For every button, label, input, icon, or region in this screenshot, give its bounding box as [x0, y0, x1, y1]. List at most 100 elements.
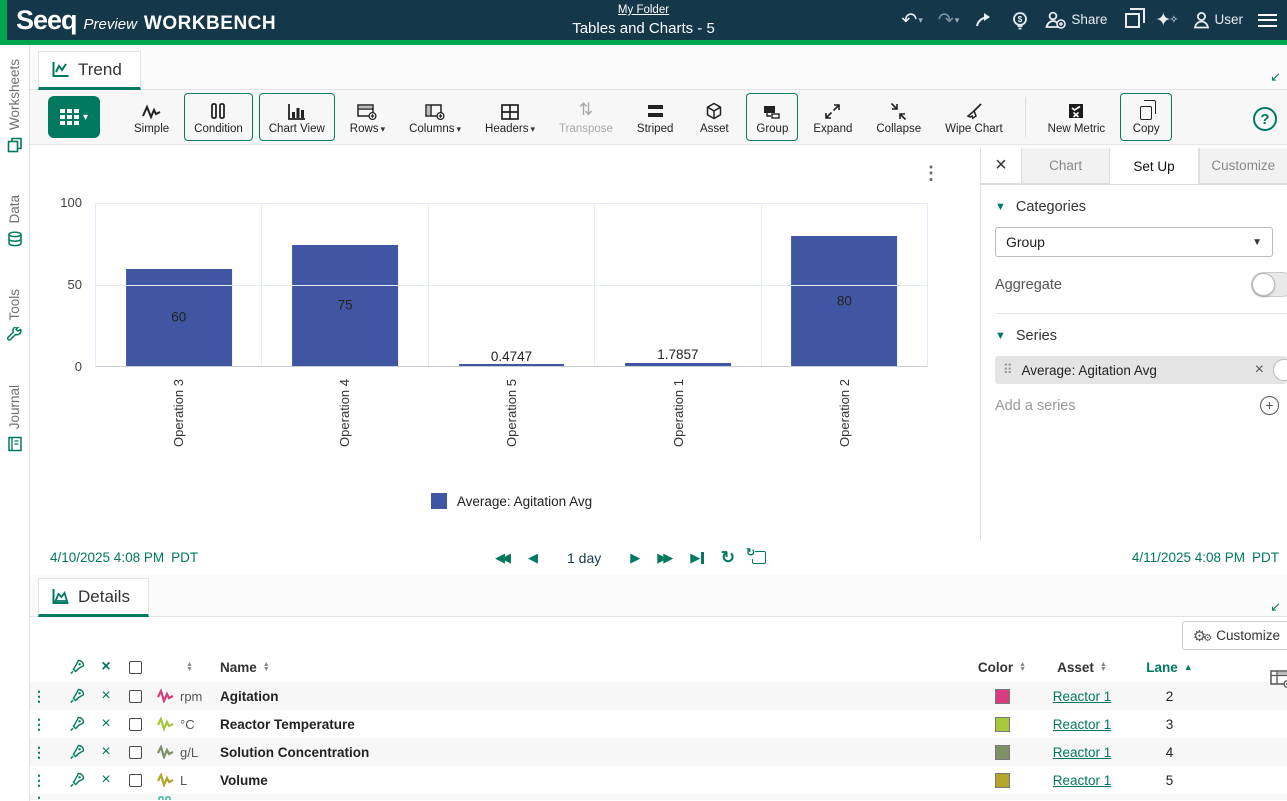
add-series-plus-icon[interactable]: + — [1260, 396, 1279, 415]
row-color-swatch[interactable] — [995, 717, 1010, 732]
drag-handle-icon[interactable]: ⠿ — [1003, 362, 1013, 378]
row-checkbox[interactable] — [129, 746, 142, 759]
details-customize-button[interactable]: ⚙⚙ Customize — [1182, 621, 1287, 650]
send-all-rocket-icon[interactable] — [62, 659, 92, 675]
toolbar-expand-button[interactable]: Expand — [804, 93, 861, 141]
sidebar-item-tools[interactable]: Tools — [7, 289, 23, 344]
row-menu-kebab-icon[interactable]: ⋮ — [30, 688, 48, 705]
toolbar-transpose-button[interactable]: ⇅ Transpose — [550, 93, 622, 141]
my-folder-link[interactable]: My Folder — [618, 4, 669, 16]
user-menu[interactable]: User — [1193, 11, 1243, 29]
help-icon[interactable]: ? — [1253, 107, 1277, 131]
tab-customize[interactable]: Customize — [1199, 148, 1287, 184]
select-all-checkbox[interactable] — [129, 661, 142, 674]
row-color-swatch[interactable] — [995, 689, 1010, 704]
toolbar-group-button[interactable]: Group — [746, 93, 798, 141]
hamburger-menu-icon[interactable] — [1258, 14, 1277, 27]
chart-menu-kebab-icon[interactable]: ⋮ — [922, 163, 940, 184]
table-row[interactable]: ⋮ × rpm Agitation Reactor 1 2 — [30, 682, 1287, 710]
toolbar-striped-button[interactable]: Striped — [628, 93, 682, 141]
chart-bar[interactable] — [459, 364, 565, 366]
row-menu-kebab-icon[interactable]: ⋮ — [30, 772, 48, 789]
sort-name-icon[interactable]: ▲▼ — [263, 662, 270, 673]
tab-set-up[interactable]: Set Up — [1109, 148, 1198, 184]
step-back-half-icon[interactable]: ◀ — [528, 551, 538, 564]
add-column-icon[interactable] — [1270, 669, 1287, 688]
sidebar-item-journal[interactable]: Journal — [7, 385, 23, 452]
tab-trend[interactable]: Trend — [38, 51, 141, 90]
row-checkbox[interactable] — [129, 690, 142, 703]
series-item[interactable]: ⠿ Average: Agitation Avg × — [995, 356, 1287, 384]
toolbar-condition-button[interactable]: Condition — [184, 93, 253, 141]
tab-details[interactable]: Details — [38, 578, 149, 617]
rocket-icon[interactable] — [62, 716, 92, 732]
asset-link[interactable]: Reactor 1 — [1053, 745, 1112, 760]
tab-chart[interactable]: Chart — [1021, 148, 1109, 184]
series-color-picker[interactable] — [1273, 359, 1287, 381]
rocket-icon[interactable] — [62, 744, 92, 760]
remove-series-icon[interactable]: × — [1255, 361, 1264, 379]
row-checkbox[interactable] — [129, 774, 142, 787]
toolbar-chart-view-button[interactable]: Chart View — [259, 93, 335, 141]
row-checkbox[interactable] — [129, 718, 142, 731]
toolbar-columns-button[interactable]: Columns▾ — [400, 93, 470, 141]
sort-unit-icon[interactable]: ▲▼ — [186, 662, 193, 673]
share-button[interactable]: Share — [1044, 11, 1107, 29]
column-header-color[interactable]: Color▲▼ — [972, 660, 1032, 675]
toolbar-simple-button[interactable]: Simple — [125, 93, 178, 141]
toolbar-new-metric-button[interactable]: New Metric — [1039, 93, 1115, 141]
remove-row-icon[interactable]: × — [92, 715, 120, 733]
aggregate-toggle[interactable] — [1251, 272, 1287, 297]
auto-update-icon[interactable] — [752, 551, 766, 564]
asset-link[interactable]: Reactor 1 — [1053, 773, 1112, 788]
toolbar-copy-button[interactable]: Copy — [1120, 93, 1172, 141]
sort-asset-icon[interactable]: ▲▼ — [1100, 662, 1107, 673]
collapse-details-panel-icon[interactable]: ↙ — [1270, 599, 1281, 615]
remove-all-icon[interactable]: × — [92, 658, 120, 676]
sort-color-icon[interactable]: ▲▼ — [1019, 662, 1026, 673]
column-header-asset[interactable]: Asset▲▼ — [1032, 660, 1132, 675]
row-menu-kebab-icon[interactable]: ⋮ — [30, 716, 48, 733]
toolbar-asset-button[interactable]: Asset — [688, 93, 740, 141]
fast-forward-icon[interactable] — [974, 12, 996, 28]
series-section-toggle[interactable]: ▼ Series — [995, 328, 1287, 344]
range-duration[interactable]: 1 day — [567, 550, 601, 566]
asset-link[interactable]: Reactor 1 — [1053, 689, 1112, 704]
table-mode-button[interactable]: ▾ — [48, 96, 100, 138]
row-color-swatch[interactable] — [995, 745, 1010, 760]
row-menu-kebab-icon[interactable]: ⋮ — [30, 744, 48, 761]
rocket-icon[interactable] — [62, 772, 92, 788]
column-header-lane[interactable]: Lane▲ — [1132, 660, 1207, 675]
ai-assistant-icon[interactable]: ✦✧ — [1155, 11, 1178, 30]
step-forward-half-icon[interactable]: ▶ — [630, 551, 640, 564]
value-lightbulb-icon[interactable]: $ — [1011, 11, 1029, 30]
sidebar-item-worksheets[interactable]: Worksheets — [7, 59, 23, 153]
toolbar-headers-button[interactable]: Headers▾ — [476, 93, 544, 141]
close-panel-icon[interactable]: × — [981, 148, 1021, 184]
step-back-full-icon[interactable]: ◀◀ — [495, 551, 511, 564]
category-group-select[interactable]: Group ▼ — [995, 227, 1273, 257]
toolbar-wipe-chart-button[interactable]: Wipe Chart — [936, 93, 1012, 141]
sidebar-item-data[interactable]: Data — [7, 195, 23, 247]
duplicate-worksheet-icon[interactable] — [1122, 13, 1140, 28]
categories-section-toggle[interactable]: ▼ Categories — [995, 199, 1287, 215]
remove-row-icon[interactable]: × — [92, 687, 120, 705]
table-row[interactable]: ⋮ × g/L Solution Concentration Reactor 1… — [30, 738, 1287, 766]
add-series-label[interactable]: Add a series — [995, 398, 1076, 414]
toolbar-rows-button[interactable]: Rows▾ — [341, 93, 394, 141]
toolbar-collapse-button[interactable]: Collapse — [867, 93, 930, 141]
step-forward-full-icon[interactable]: ▶▶ — [657, 551, 673, 564]
table-row[interactable]: ⋮ × °C Reactor Temperature Reactor 1 3 — [30, 710, 1287, 738]
rocket-icon[interactable] — [62, 688, 92, 704]
refresh-icon[interactable]: ↻ — [721, 548, 735, 568]
redo-icon[interactable]: ↷▾ — [938, 11, 959, 30]
collapse-trend-panel-icon[interactable]: ↙ — [1270, 69, 1281, 85]
table-row[interactable]: ⋮ × L Volume Reactor 1 5 — [30, 766, 1287, 794]
row-color-swatch[interactable] — [995, 773, 1010, 788]
range-start-datetime[interactable]: 4/10/2025 4:08 PMPDT — [50, 550, 198, 565]
range-end-datetime[interactable]: 4/11/2025 4:08 PMPDT — [1132, 550, 1279, 565]
undo-icon[interactable]: ↶▾ — [901, 11, 922, 30]
asset-link[interactable]: Reactor 1 — [1053, 717, 1112, 732]
chart-bar[interactable] — [625, 363, 731, 366]
column-header-name[interactable]: Name▲▼ — [220, 660, 972, 675]
